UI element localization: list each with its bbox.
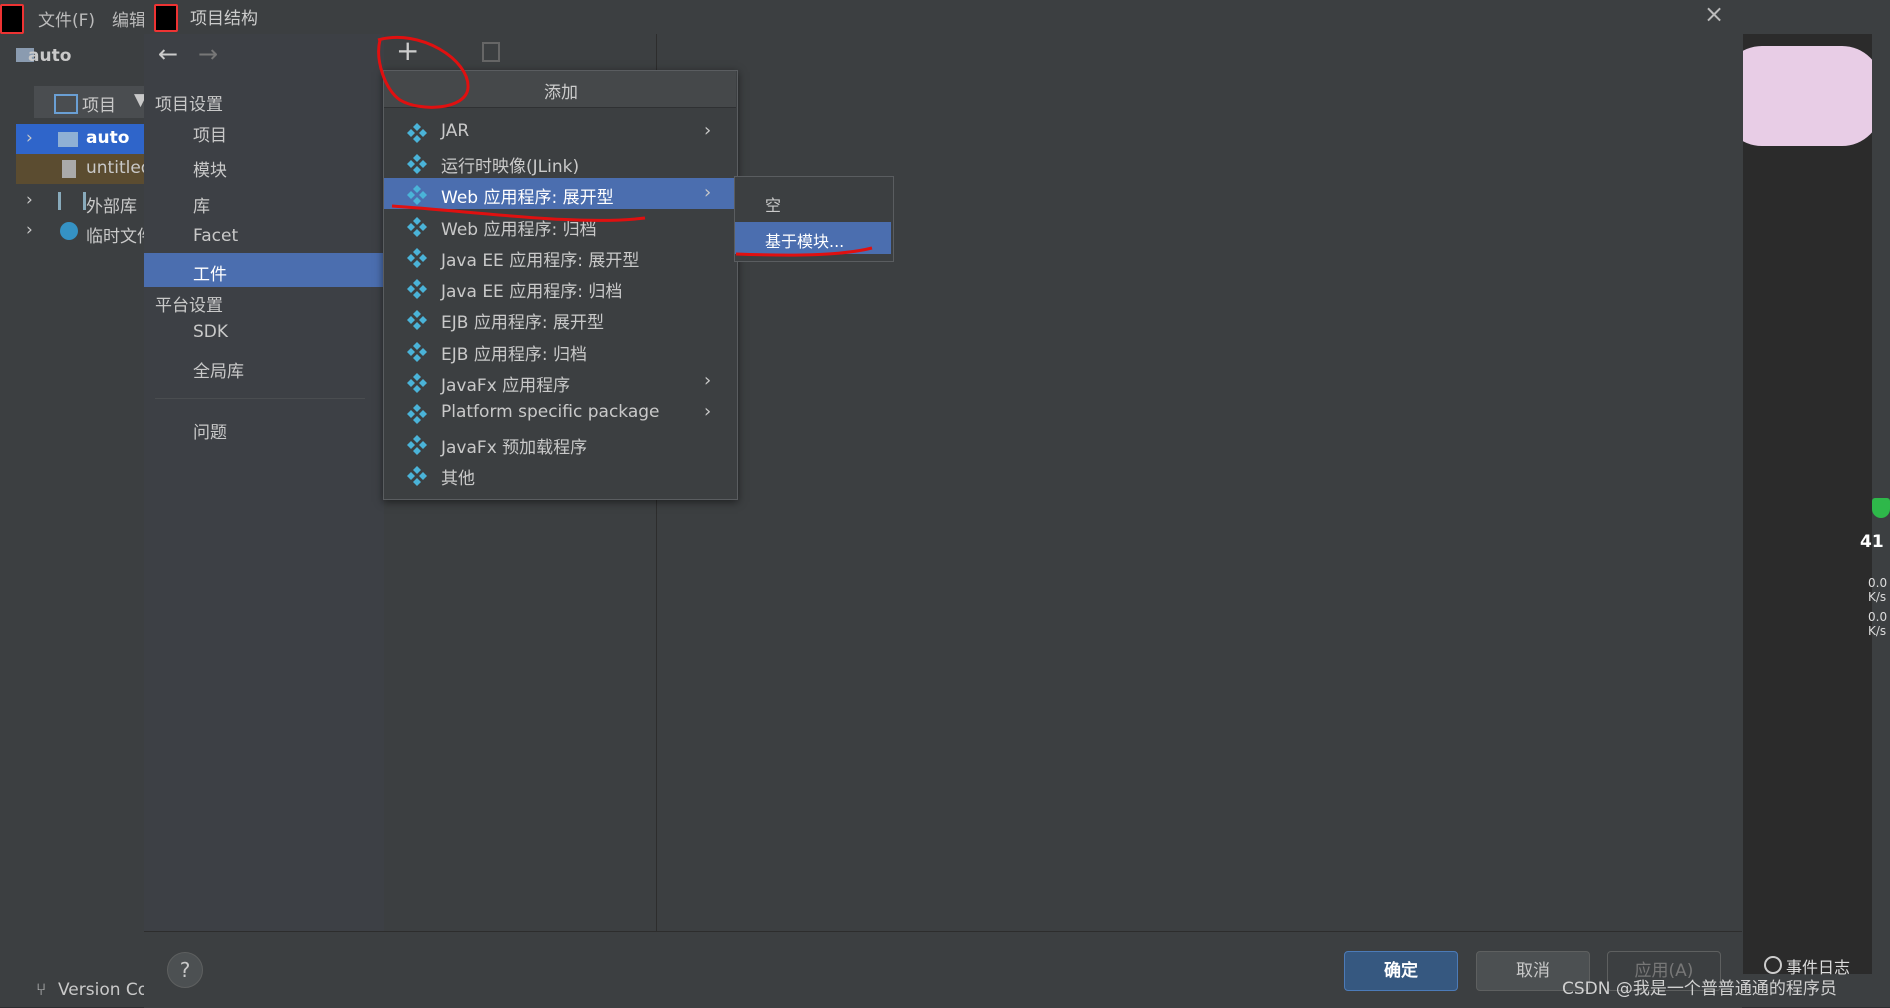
watermark: CSDN @我是一个普普通通的程序员 <box>1562 979 1837 999</box>
red-annotation-marks <box>377 35 873 257</box>
event-log-icon <box>1764 956 1782 974</box>
